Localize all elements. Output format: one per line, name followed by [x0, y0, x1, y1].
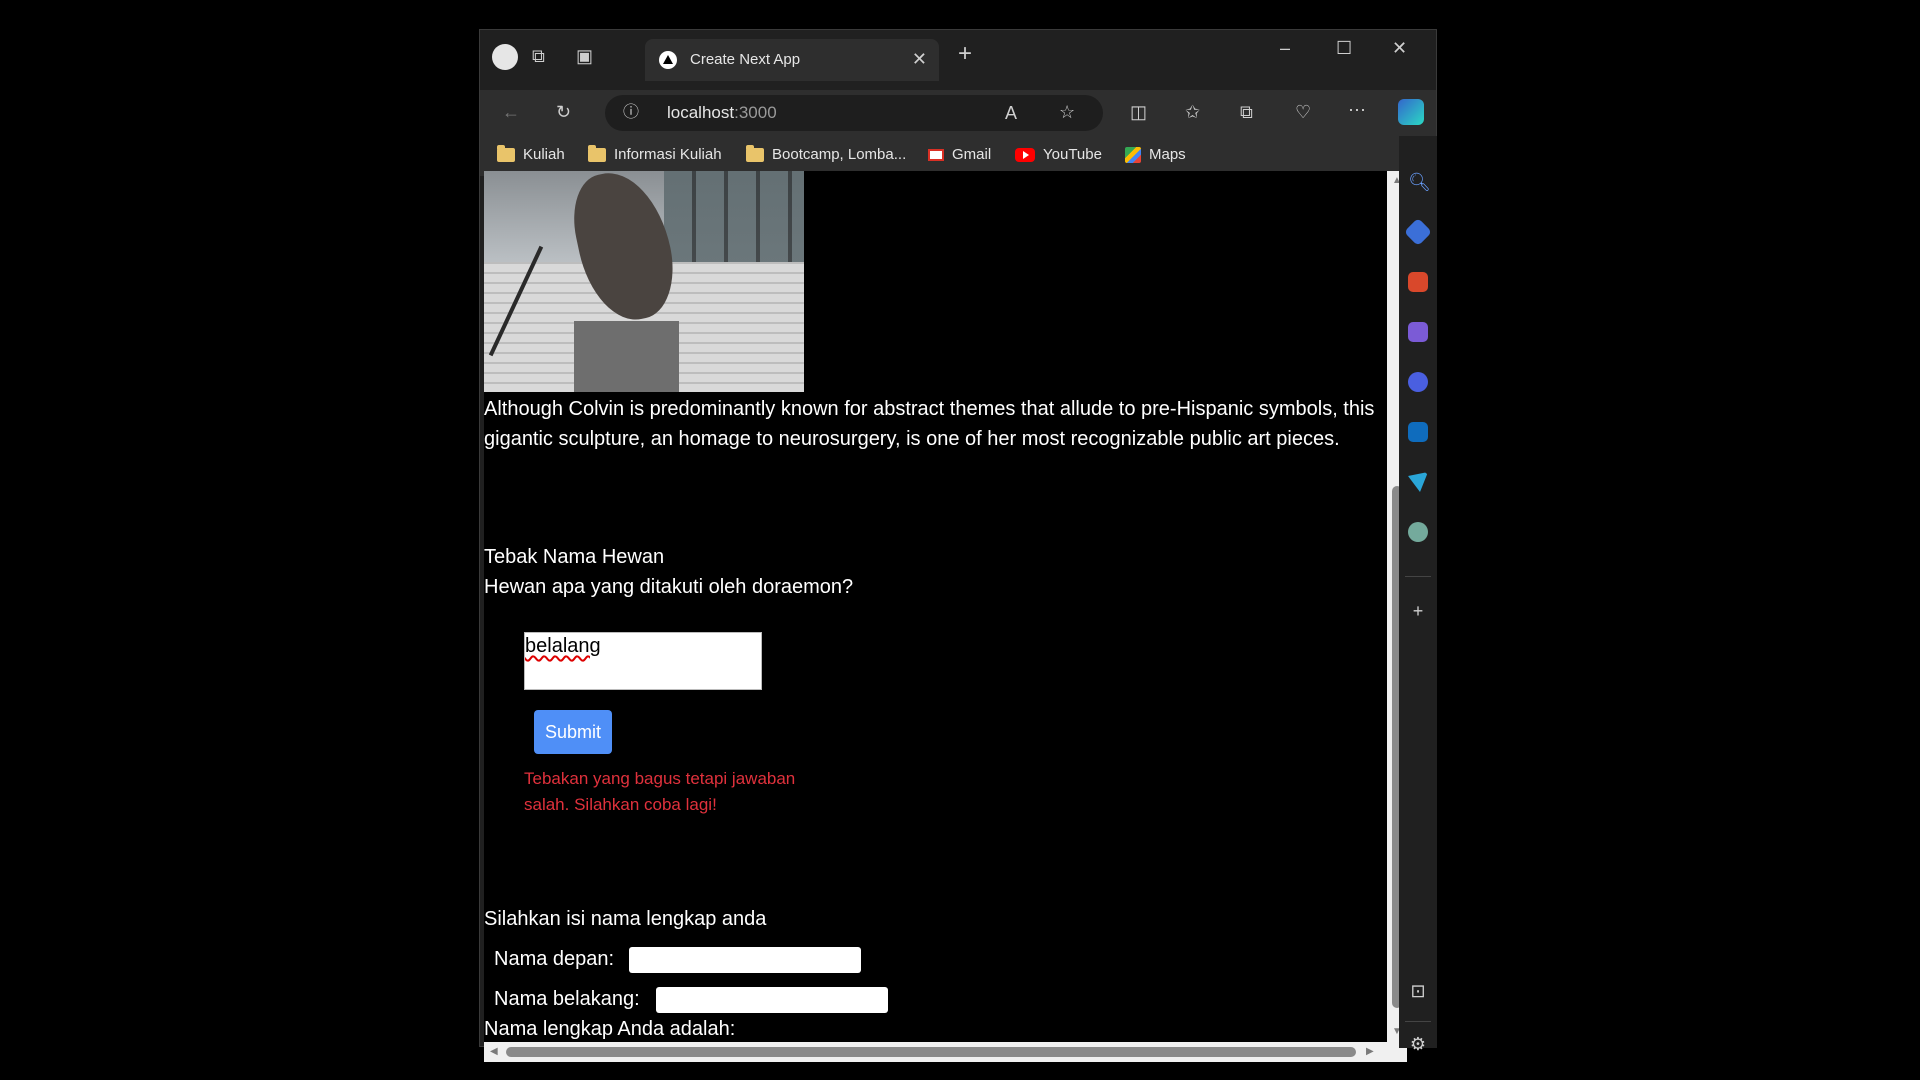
bookmark-label: Informasi Kuliah: [614, 146, 722, 163]
profile-icon[interactable]: [492, 44, 518, 70]
bookmark-gmail[interactable]: Gmail: [928, 146, 991, 163]
folder-icon: [497, 144, 515, 162]
bookmark-kuliah[interactable]: Kuliah: [497, 144, 565, 163]
submit-button[interactable]: Submit: [534, 710, 612, 754]
form-heading: Silahkan isi nama lengkap anda: [484, 908, 767, 930]
bookmark-informasi-kuliah[interactable]: Informasi Kuliah: [588, 144, 722, 163]
browser-window: ⧉ ▣ Create Next App ✕ + – ☐ ✕ ← ↻ ⓘ loca…: [479, 29, 1437, 1062]
bookmark-label: Bootcamp, Lomba...: [772, 146, 907, 163]
maps-icon: [1125, 146, 1141, 163]
full-name-result-label: Nama lengkap Anda adalah:: [484, 1018, 736, 1040]
workspaces-icon[interactable]: ⧉: [532, 46, 545, 66]
answer-textarea[interactable]: belalang: [524, 632, 762, 690]
sidebar-divider: [1405, 576, 1431, 577]
last-name-input[interactable]: [656, 987, 888, 1013]
bookmark-label: Maps: [1149, 146, 1186, 163]
back-icon[interactable]: ←: [502, 102, 520, 122]
sidebar-divider: [1405, 1021, 1431, 1022]
description-paragraph: Although Colvin is predominantly known f…: [484, 398, 1375, 450]
close-window-icon[interactable]: ✕: [1392, 38, 1407, 58]
shopping-icon[interactable]: [1403, 217, 1433, 247]
bookmark-bootcamp[interactable]: Bootcamp, Lomba...: [746, 144, 907, 163]
sculpture-image: [484, 171, 804, 392]
horizontal-scroll-thumb[interactable]: [506, 1047, 1356, 1057]
youtube-icon: [1015, 147, 1035, 162]
tab-create-next-app[interactable]: Create Next App ✕: [645, 39, 939, 81]
tools-icon[interactable]: [1408, 272, 1428, 292]
copilot-sidebar-icon[interactable]: [1408, 372, 1428, 392]
feedback-message: Tebakan yang bagus tetapi jawaban salah.…: [524, 769, 796, 814]
browser-essentials-icon[interactable]: ♡: [1295, 102, 1311, 122]
copilot-icon[interactable]: [1398, 99, 1424, 125]
close-tab-icon[interactable]: ✕: [912, 49, 927, 70]
read-aloud-icon[interactable]: A: [1005, 103, 1017, 123]
edge-sidebar: 🔍︎ + ⊡ ⚙: [1399, 136, 1437, 1054]
scroll-right-icon[interactable]: ▶: [1366, 1046, 1374, 1057]
answer-value: belalang: [525, 635, 601, 657]
folder-icon: [746, 144, 764, 162]
collections-icon[interactable]: ⧉: [1240, 102, 1253, 122]
url-text: localhost:3000: [667, 103, 777, 123]
address-bar-row: ← ↻ ⓘ localhost:3000 A ☆ ◫ ✩ ⧉ ♡ ⋯: [480, 90, 1436, 136]
vertical-tabs-icon[interactable]: ▣: [576, 46, 593, 66]
maximize-icon[interactable]: ☐: [1336, 38, 1352, 58]
games-icon[interactable]: [1408, 322, 1428, 342]
new-tab-icon[interactable]: +: [958, 42, 972, 66]
more-menu-icon[interactable]: ⋯: [1348, 100, 1366, 120]
site-info-icon[interactable]: ⓘ: [623, 103, 639, 123]
settings-icon[interactable]: ⚙: [1408, 1034, 1428, 1054]
send-icon[interactable]: [1408, 472, 1428, 492]
favorite-star-icon[interactable]: ☆: [1059, 102, 1075, 122]
page-viewport: Although Colvin is predominantly known f…: [484, 171, 1387, 1042]
gmail-icon: [928, 148, 944, 161]
bookmarks-bar: Kuliah Informasi Kuliah Bootcamp, Lomba.…: [480, 136, 1436, 176]
search-icon[interactable]: 🔍︎: [1408, 172, 1431, 192]
nextjs-logo-icon: [659, 51, 677, 69]
screenshot-icon[interactable]: ⊡: [1408, 981, 1428, 1001]
title-bar: ⧉ ▣ Create Next App ✕ + – ☐ ✕: [480, 30, 1436, 90]
refresh-icon[interactable]: ↻: [556, 102, 571, 122]
minimize-icon[interactable]: –: [1280, 38, 1290, 58]
chatgpt-icon[interactable]: [1408, 522, 1428, 542]
outlook-icon[interactable]: [1408, 422, 1428, 442]
first-name-input[interactable]: [629, 947, 861, 973]
quiz-title: Tebak Nama Hewan: [484, 546, 665, 568]
bookmark-maps[interactable]: Maps: [1125, 146, 1186, 163]
favorites-icon[interactable]: ✩: [1185, 102, 1200, 122]
folder-icon: [588, 144, 606, 162]
scroll-left-icon[interactable]: ◀: [490, 1046, 498, 1057]
bookmark-youtube[interactable]: YouTube: [1015, 146, 1102, 163]
quiz-question: Hewan apa yang ditakuti oleh doraemon?: [484, 576, 854, 598]
add-sidebar-app-icon[interactable]: +: [1408, 601, 1428, 621]
bookmark-label: Kuliah: [523, 146, 565, 163]
bookmark-label: YouTube: [1043, 146, 1102, 163]
last-name-label: Nama belakang:: [494, 988, 640, 1010]
url-port: :3000: [734, 103, 777, 122]
address-bar[interactable]: ⓘ localhost:3000 A ☆: [605, 95, 1103, 131]
horizontal-scrollbar[interactable]: ◀ ▶: [484, 1042, 1407, 1062]
tab-title: Create Next App: [690, 51, 801, 68]
split-screen-icon[interactable]: ◫: [1130, 102, 1147, 122]
url-host: localhost: [667, 103, 735, 122]
first-name-label: Nama depan:: [494, 948, 615, 970]
bookmark-label: Gmail: [952, 146, 992, 163]
